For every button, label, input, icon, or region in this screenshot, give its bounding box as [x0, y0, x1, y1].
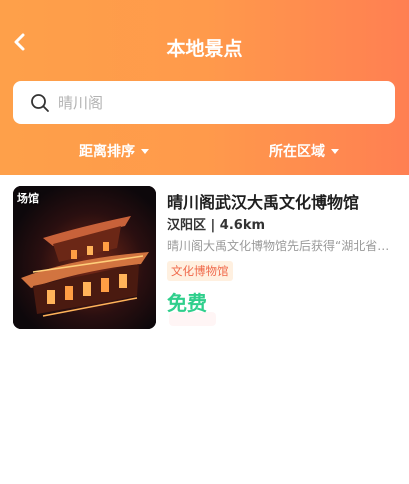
search-icon — [31, 94, 49, 112]
pavilion-illustration — [13, 186, 156, 329]
search-input[interactable] — [58, 89, 378, 117]
attraction-type-tag: 文化博物馆 — [167, 261, 233, 281]
category-badge: 场馆 — [17, 192, 39, 205]
sort-dropdown[interactable]: 距离排序 — [79, 141, 149, 161]
caret-down-icon — [331, 148, 339, 154]
page-title: 本地景点 — [166, 38, 243, 60]
area-dropdown[interactable]: 所在区域 — [269, 141, 339, 161]
caret-down-icon — [141, 148, 149, 154]
attraction-description: 晴川阁大禹文化博物馆先后获得“湖北省文明单位” — [167, 239, 392, 253]
search-box[interactable] — [13, 81, 395, 124]
attraction-name[interactable]: 晴川阁武汉大禹文化博物馆 — [167, 189, 397, 213]
area-dropdown-label: 所在区域 — [269, 144, 325, 160]
attraction-location-distance: 汉阳区 | 4.6km — [167, 218, 266, 233]
header-bar: 本地景点 距离排序 所在区域 — [0, 0, 409, 175]
attraction-thumbnail: 场馆 — [13, 186, 156, 329]
attraction-card[interactable]: 场馆 晴川阁武汉大禹文化博物馆 汉阳区 | 4.6km 晴川阁大禹文化博物馆先后… — [13, 186, 398, 331]
sort-dropdown-label: 距离排序 — [79, 144, 135, 160]
attraction-price: 免费 — [167, 291, 207, 315]
